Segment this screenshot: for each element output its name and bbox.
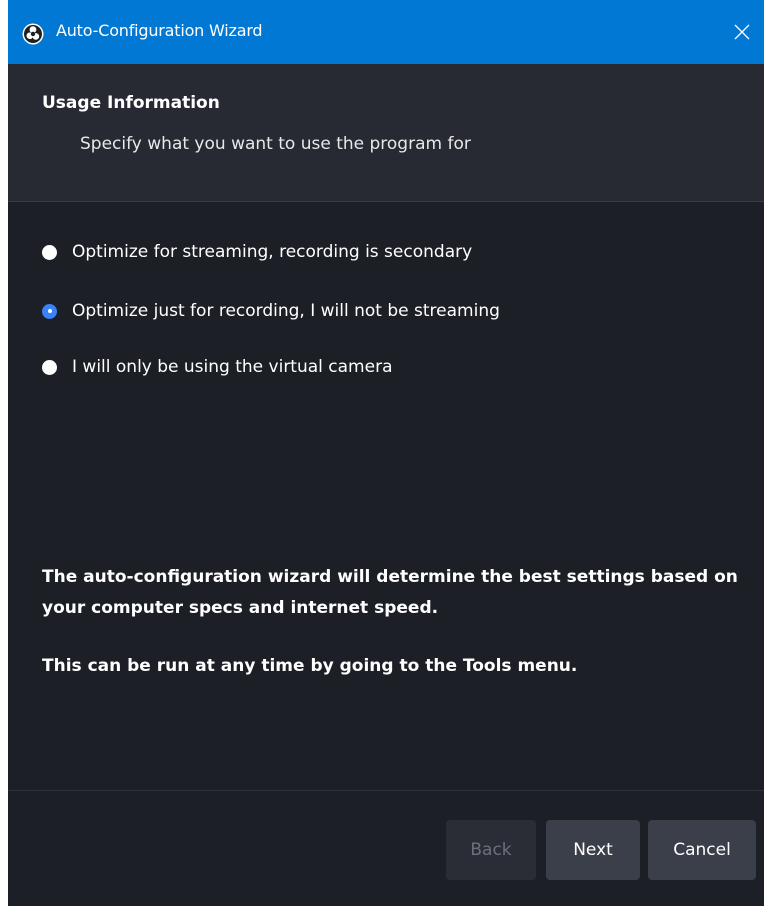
radio-optimize-streaming[interactable]: Optimize for streaming, recording is sec… (42, 238, 472, 266)
radio-label[interactable]: Optimize just for recording, I will not … (72, 301, 500, 321)
radio-unchecked-icon[interactable] (42, 359, 57, 375)
close-button[interactable] (720, 10, 764, 54)
cancel-button[interactable]: Cancel (648, 820, 756, 880)
radio-unchecked-icon[interactable] (42, 244, 57, 260)
radio-optimize-recording[interactable]: Optimize just for recording, I will not … (42, 297, 500, 325)
close-icon (734, 24, 750, 40)
usage-info-header: Usage Information Specify what you want … (8, 64, 764, 202)
tools-menu-info-text: This can be run at any time by going to … (42, 656, 578, 676)
radio-label[interactable]: Optimize for streaming, recording is sec… (72, 242, 472, 262)
title-bar[interactable]: Auto-Configuration Wizard (8, 0, 764, 64)
radio-checked-icon[interactable] (42, 303, 57, 319)
back-button[interactable]: Back (446, 820, 536, 880)
footer-divider (8, 790, 764, 791)
obs-logo-icon (22, 23, 44, 45)
next-button[interactable]: Next (546, 820, 640, 880)
window-title: Auto-Configuration Wizard (56, 21, 263, 40)
wizard-info-text: The auto-configuration wizard will deter… (42, 567, 738, 618)
page-title: Usage Information (42, 93, 220, 113)
wizard-window: Auto-Configuration Wizard Usage Informat… (8, 0, 764, 906)
radio-label[interactable]: I will only be using the virtual camera (72, 357, 393, 377)
page-subtitle: Specify what you want to use the program… (80, 134, 471, 154)
radio-virtual-camera[interactable]: I will only be using the virtual camera (42, 353, 393, 381)
